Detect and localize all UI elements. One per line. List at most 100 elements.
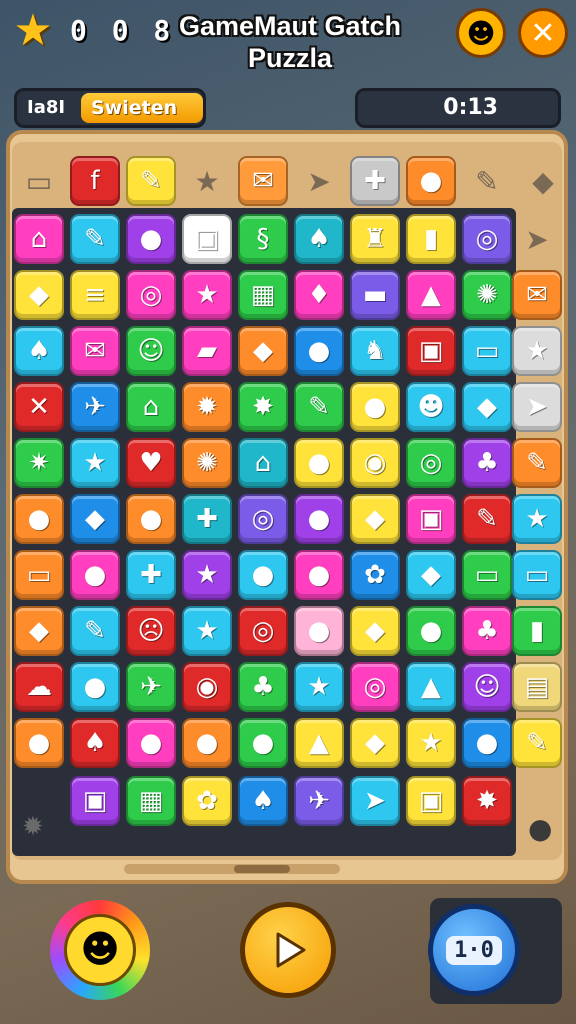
calculator-tile[interactable]: ▦ — [238, 270, 288, 320]
orange-tile[interactable]: ● — [238, 550, 288, 600]
football-tile[interactable]: ◆ — [462, 382, 512, 432]
notepad-tile[interactable]: ▤ — [512, 662, 562, 712]
rocket-tile[interactable]: ➤ — [350, 776, 400, 826]
swirl-tile[interactable]: § — [238, 214, 288, 264]
monster-tile[interactable]: ☺ — [462, 662, 512, 712]
hotdog-tile[interactable]: ≡ — [70, 270, 120, 320]
plane-tile[interactable]: ➤ — [512, 382, 562, 432]
kite-tile[interactable]: ◆ — [14, 270, 64, 320]
face-tile[interactable]: ☻ — [406, 382, 456, 432]
egg-tile[interactable]: ● — [182, 718, 232, 768]
close-icon[interactable]: ✕ — [518, 8, 568, 58]
play-button[interactable] — [240, 902, 336, 998]
radio-tile[interactable]: ▣ — [406, 494, 456, 544]
plane-tile[interactable]: ✈ — [70, 382, 120, 432]
drop-tile[interactable]: ● — [462, 718, 512, 768]
feather-tile[interactable]: ✎ — [70, 606, 120, 656]
pencil-tile[interactable]: ✎ — [462, 494, 512, 544]
jar-tile[interactable]: ▮ — [406, 214, 456, 264]
target-tile[interactable]: ◎ — [238, 606, 288, 656]
board-scrollbar[interactable] — [124, 864, 340, 874]
star-tile[interactable]: ★ — [512, 494, 562, 544]
smiley-face-icon[interactable]: ☻ — [456, 8, 506, 58]
pear-tile[interactable]: ● — [126, 718, 176, 768]
flame-tile[interactable]: ♠ — [14, 326, 64, 376]
cat-tile[interactable]: ♞ — [350, 326, 400, 376]
pencil-tile[interactable]: ✎ — [70, 214, 120, 264]
pen-tile[interactable]: ✎ — [462, 156, 512, 206]
bubble-tile[interactable]: ● — [294, 438, 344, 488]
bandage-tile[interactable]: ▭ — [462, 326, 512, 376]
drop-tile[interactable]: ● — [70, 662, 120, 712]
burst-tile[interactable]: ✷ — [14, 438, 64, 488]
lemon-tile[interactable]: ● — [406, 606, 456, 656]
star-tile[interactable]: ★ — [182, 550, 232, 600]
cloud-tile[interactable]: ☁ — [14, 662, 64, 712]
carrot-tile[interactable]: ✎ — [512, 718, 562, 768]
bread-tile[interactable]: ◆ — [14, 606, 64, 656]
clock-tile[interactable]: ◎ — [406, 438, 456, 488]
scrollbar-thumb[interactable] — [234, 865, 290, 873]
house-tile[interactable]: ⌂ — [126, 382, 176, 432]
puzzle-tile[interactable]: ✚ — [350, 156, 400, 206]
pencil-tile[interactable]: ✎ — [126, 156, 176, 206]
die-tile[interactable]: ▣ — [182, 214, 232, 264]
house-tile[interactable]: ⌂ — [14, 214, 64, 264]
tomato-tile[interactable]: ● — [350, 382, 400, 432]
drop-tile[interactable]: ● — [294, 326, 344, 376]
cup-tile[interactable]: ♜ — [350, 214, 400, 264]
star-tile[interactable]: ★ — [406, 718, 456, 768]
bean-tile[interactable]: ◆ — [406, 550, 456, 600]
bolt-tile[interactable]: ✈ — [294, 776, 344, 826]
pear-tile[interactable]: ● — [14, 718, 64, 768]
monster-tile[interactable]: ♣ — [462, 606, 512, 656]
smiley-tile[interactable]: ☺ — [126, 326, 176, 376]
leaf-tile[interactable]: ◆ — [238, 326, 288, 376]
bell-tile[interactable]: ♠ — [70, 718, 120, 768]
ring-tile[interactable]: ◎ — [350, 662, 400, 712]
frame-tile[interactable]: ▭ — [14, 550, 64, 600]
score-button[interactable]: 1·0 — [428, 904, 520, 996]
ring-tile[interactable]: ◎ — [462, 214, 512, 264]
envelope-tile[interactable]: ✉ — [70, 326, 120, 376]
box-tile[interactable]: ▣ — [406, 776, 456, 826]
briefcase-tile[interactable]: ▭ — [14, 156, 64, 206]
heart-tile[interactable]: ♥ — [126, 438, 176, 488]
star-tile[interactable]: ★ — [182, 606, 232, 656]
f-letter-tile[interactable]: f — [70, 156, 120, 206]
cloud-tile[interactable]: ♣ — [462, 438, 512, 488]
balloon-tile[interactable]: ● — [14, 494, 64, 544]
bottle-tile[interactable]: ▲ — [406, 270, 456, 320]
star-badge-icon[interactable]: ★ — [10, 8, 56, 54]
mode-tag[interactable]: Swieten — [81, 93, 203, 123]
eraser-tile[interactable]: ▰ — [182, 326, 232, 376]
peanut-tile[interactable]: ● — [238, 718, 288, 768]
radio-tile[interactable]: ▣ — [406, 326, 456, 376]
sun-face-icon[interactable]: ☻ — [50, 900, 150, 1000]
pen-tile[interactable]: ✎ — [512, 438, 562, 488]
house-tile[interactable]: ⌂ — [238, 438, 288, 488]
leaf-tile[interactable]: ◆ — [70, 494, 120, 544]
leaf-tile[interactable]: ◆ — [350, 494, 400, 544]
bell-tile[interactable]: ♠ — [238, 776, 288, 826]
calendar-tile[interactable]: ▦ — [126, 776, 176, 826]
star-tile[interactable]: ★ — [182, 156, 232, 206]
flower-tile[interactable]: ✿ — [350, 550, 400, 600]
splat-tile[interactable]: ✸ — [238, 382, 288, 432]
envelope-tile[interactable]: ✉ — [238, 156, 288, 206]
cloud-tile[interactable]: ● — [294, 494, 344, 544]
angry-tile[interactable]: ☹ — [126, 606, 176, 656]
puzzle-tile[interactable]: ✚ — [126, 550, 176, 600]
bottle-tile[interactable]: ▲ — [406, 662, 456, 712]
virus-tile[interactable]: ✺ — [462, 270, 512, 320]
bubble-tile[interactable]: ● — [294, 606, 344, 656]
bubble-tile[interactable]: ● — [70, 550, 120, 600]
target-tile[interactable]: ◎ — [238, 494, 288, 544]
steak-tile[interactable]: ◉ — [350, 438, 400, 488]
star-tile[interactable]: ★ — [512, 326, 562, 376]
ticket-tile[interactable]: ▭ — [462, 550, 512, 600]
star-tile[interactable]: ★ — [70, 438, 120, 488]
bag-tile[interactable]: ▣ — [70, 776, 120, 826]
sun-tile[interactable]: ✺ — [182, 438, 232, 488]
gear-tile[interactable]: ✹ — [182, 382, 232, 432]
